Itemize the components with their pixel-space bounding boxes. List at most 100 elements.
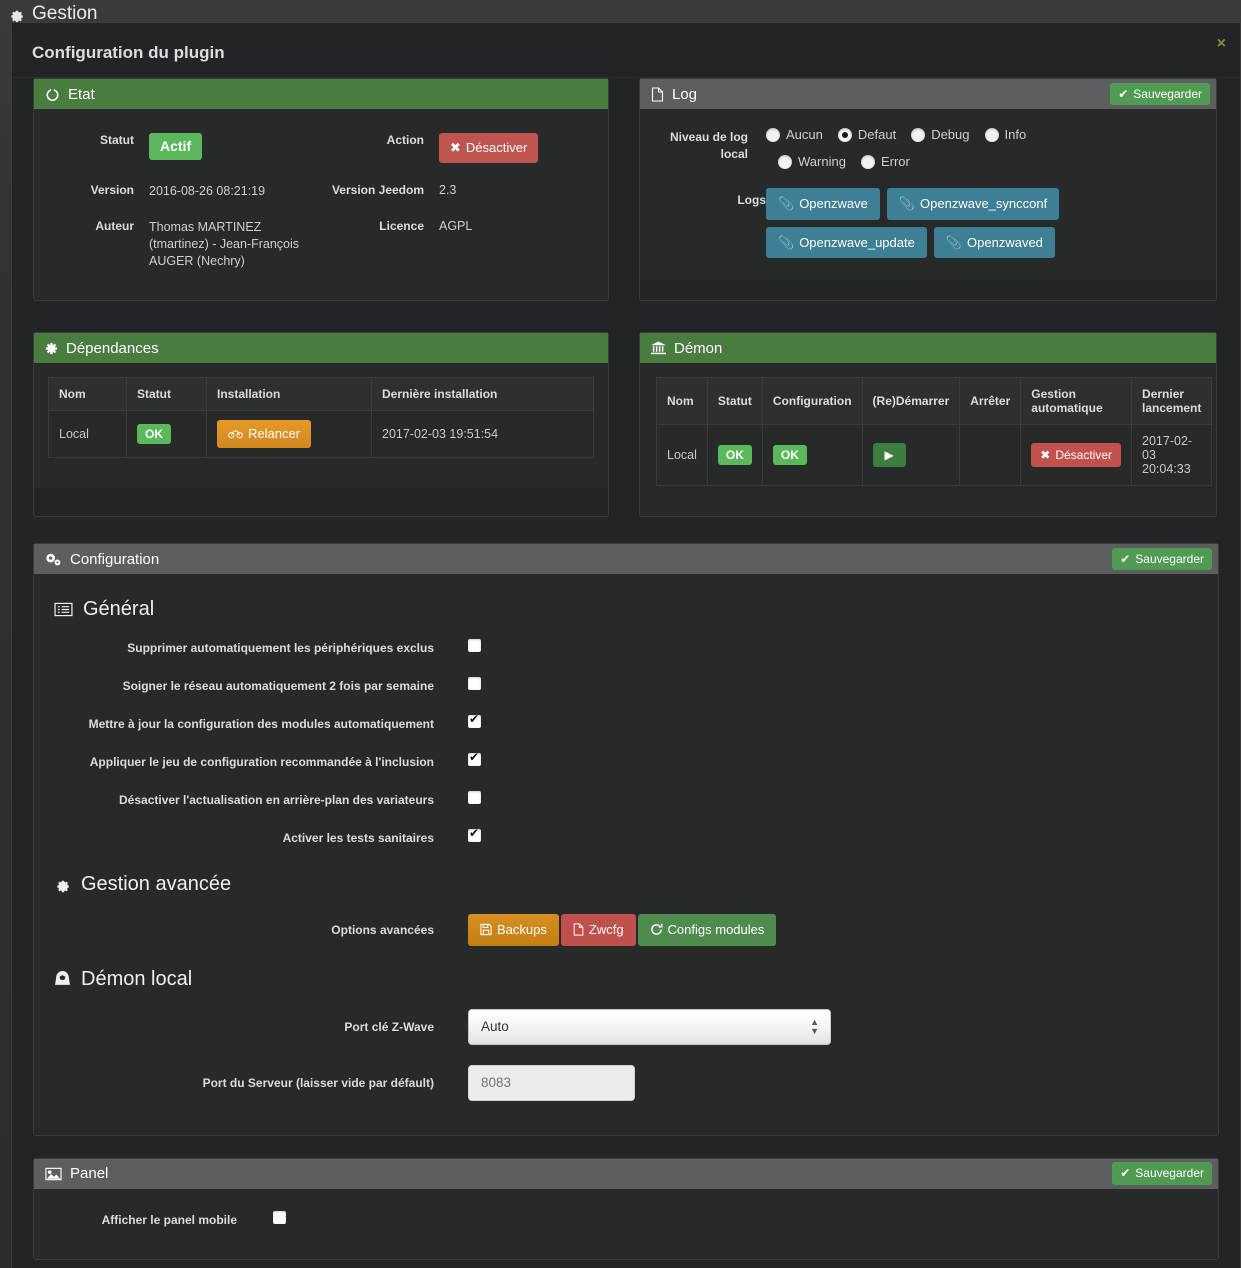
paperclip-icon: 📎 [898, 196, 916, 211]
cell-redemarrer: ▶ [861, 424, 961, 487]
form-row-supprimer-exclus: Supprimer automatiquement les périphériq… [46, 639, 1206, 657]
label-port-serveur: Port du Serveur (laisser vide par défaul… [202, 1075, 434, 1090]
log-button-openzwave-syncconf[interactable]: 📎 Openzwave_syncconf [886, 188, 1060, 220]
close-icon[interactable]: × [1217, 36, 1226, 52]
label-supprimer-exclus: Supprimer automatiquement les périphériq… [127, 641, 434, 656]
panel-demon-header: Démon [640, 333, 1216, 364]
configs-modules-button[interactable]: Configs modules [637, 914, 777, 946]
label-tests-sanitaires: Activer les tests sanitaires [282, 831, 434, 846]
etat-value-version: 2016-08-26 08:21:19 [149, 183, 266, 198]
form-row-port-serveur: Port du Serveur (laisser vide par défaul… [46, 1064, 1206, 1101]
log-level-radios-row2: Warning Error [766, 154, 1066, 169]
label-options-avancees: Options avancées [331, 922, 434, 937]
cell-statut: OK [126, 410, 207, 458]
port-cle-zwave-select[interactable]: Auto ▲ ▼ [468, 1008, 831, 1045]
panel-panel-body: Afficher le panel mobile [34, 1188, 1218, 1259]
radio-circle-icon [860, 154, 875, 169]
times-icon: ✖ [1040, 447, 1051, 462]
panel-panel: Panel ✔ Sauvegarder Afficher le panel mo… [33, 1157, 1219, 1260]
col-statut: Statut [126, 377, 207, 412]
form-row-options-avancees: Options avancées Backups Zwcfg Configs m… [46, 914, 1206, 946]
desactiver-plugin-button[interactable]: ✖ Désactiver [439, 133, 539, 163]
backups-button[interactable]: Backups [468, 914, 559, 946]
modal-body: Etat Statut Actif Action ✖ Désactiver Ve… [12, 78, 1240, 1268]
file-icon [651, 86, 664, 102]
panel-log: Log ✔ Sauvegarder Niveau de log local Au… [639, 78, 1217, 302]
modal-title: Configuration du plugin [32, 43, 225, 62]
paperclip-icon: 📎 [945, 234, 963, 250]
col-installation: Installation [206, 377, 372, 412]
panel-demon: Démon Nom Statut Configuration (Re)Démar… [639, 332, 1217, 518]
plugin-config-modal: Configuration du plugin × Etat Statut Ac… [11, 22, 1241, 1268]
demon-table: Nom Statut Configuration (Re)Démarrer Ar… [656, 377, 1213, 487]
panel-demon-body: Nom Statut Configuration (Re)Démarrer Ar… [640, 363, 1216, 517]
desactiver-gestion-button[interactable]: ✖ Désactiver [1031, 442, 1122, 468]
log-button-openzwave-update[interactable]: 📎 Openzwave_update [766, 226, 927, 259]
relancer-button[interactable]: Relancer [217, 420, 312, 448]
restart-daemon-button[interactable]: ▶ [872, 442, 906, 468]
label-port-cle-zwave: Port clé Z-Wave [344, 1019, 434, 1034]
panel-dependances: Dépendances Nom Statut Installation Dern… [33, 332, 609, 518]
times-icon: ✖ [450, 140, 461, 155]
dependances-table: Nom Statut Installation Dernière install… [48, 377, 594, 458]
col-dernier-lancement: Dernier lancement [1131, 377, 1213, 426]
gear-icon [54, 876, 71, 893]
etat-label-action: Action [386, 133, 424, 147]
log-button-openzwaved[interactable]: 📎 Openzwaved [933, 226, 1055, 259]
etat-label-licence: Licence [379, 219, 424, 234]
configuration-save-button[interactable]: ✔ Sauvegarder [1112, 547, 1212, 571]
checkbox-supprimer-exclus[interactable] [468, 639, 481, 653]
radio-info[interactable]: Info [984, 127, 1026, 142]
asterisk-icon [45, 342, 58, 355]
checkbox-afficher-panel-mobile[interactable] [273, 1210, 286, 1224]
check-circle-icon: ✔ [1120, 1166, 1131, 1181]
refresh-icon [650, 923, 663, 936]
radio-warning[interactable]: Warning [778, 154, 846, 169]
log-save-button[interactable]: ✔ Sauvegarder [1110, 82, 1210, 106]
panel-configuration: Configuration ✔ Sauvegarder Général Supp… [33, 543, 1219, 1136]
form-row-soigner-reseau: Soigner le réseau automatiquement 2 fois… [46, 677, 1206, 695]
label-jeu-config: Appliquer le jeu de configuration recomm… [89, 755, 434, 770]
col-derniere-installation: Dernière installation [371, 377, 594, 412]
radio-aucun[interactable]: Aucun [766, 127, 823, 142]
checkbox-maj-modules[interactable] [468, 712, 481, 729]
table-header-row: Nom Statut Installation Dernière install… [48, 377, 594, 412]
panel-dependances-header: Dépendances [34, 333, 608, 364]
radio-debug[interactable]: Debug [911, 127, 970, 142]
table-header-row: Nom Statut Configuration (Re)Démarrer Ar… [656, 377, 1213, 426]
form-row-port-cle-zwave: Port clé Z-Wave Auto ▲ ▼ [46, 1008, 1206, 1045]
file-icon [573, 923, 584, 937]
col-statut: Statut [706, 377, 763, 426]
checkbox-soigner-reseau[interactable] [468, 677, 481, 691]
etat-value-statut: Actif [144, 125, 324, 171]
panel-panel-title: Panel [70, 1165, 109, 1183]
zwcfg-button[interactable]: Zwcfg [560, 914, 636, 946]
etat-value-version-jeedom: 2.3 [439, 182, 457, 197]
panel-log-body: Niveau de log local Aucun Defaut Debug I… [640, 109, 1216, 281]
checkbox-desactiver-actualisation[interactable] [468, 791, 481, 805]
port-serveur-input[interactable] [468, 1064, 635, 1101]
checkbox-tests-sanitaires[interactable] [468, 826, 481, 843]
panel-log-title: Log [672, 85, 698, 103]
log-button-openzwave[interactable]: 📎 Openzwave [766, 188, 880, 220]
panel-configuration-title: Configuration [70, 550, 160, 568]
etat-label-version: Version [90, 182, 134, 197]
etat-row-auteur: Auteur Thomas MARTINEZ (tmartinez) - Jea… [34, 211, 608, 278]
cell-statut: OK [706, 424, 763, 487]
panel-save-button[interactable]: ✔ Sauvegarder [1112, 1162, 1212, 1185]
radio-error[interactable]: Error [860, 154, 910, 169]
checkbox-jeu-config[interactable] [468, 750, 481, 767]
logs-label: Logs [737, 193, 766, 207]
section-general-title: Général [54, 598, 1206, 621]
etat-label-statut: Statut [100, 133, 134, 147]
etat-row-version: Version 2016-08-26 08:21:19 Version Jeed… [34, 175, 608, 208]
label-maj-modules: Mettre à jour la configuration des modul… [88, 717, 434, 732]
form-row-jeu-config: Appliquer le jeu de configuration recomm… [46, 750, 1206, 771]
power-circle-icon [45, 87, 60, 102]
check-circle-icon: ✔ [1118, 86, 1129, 101]
paperclip-icon: 📎 [778, 196, 795, 211]
play-icon: ▶ [884, 447, 894, 462]
form-row-afficher-panel-mobile: Afficher le panel mobile [46, 1210, 1206, 1229]
radio-defaut[interactable]: Defaut [837, 127, 896, 142]
etat-label-version-jeedom: Version Jeedom [331, 182, 424, 197]
